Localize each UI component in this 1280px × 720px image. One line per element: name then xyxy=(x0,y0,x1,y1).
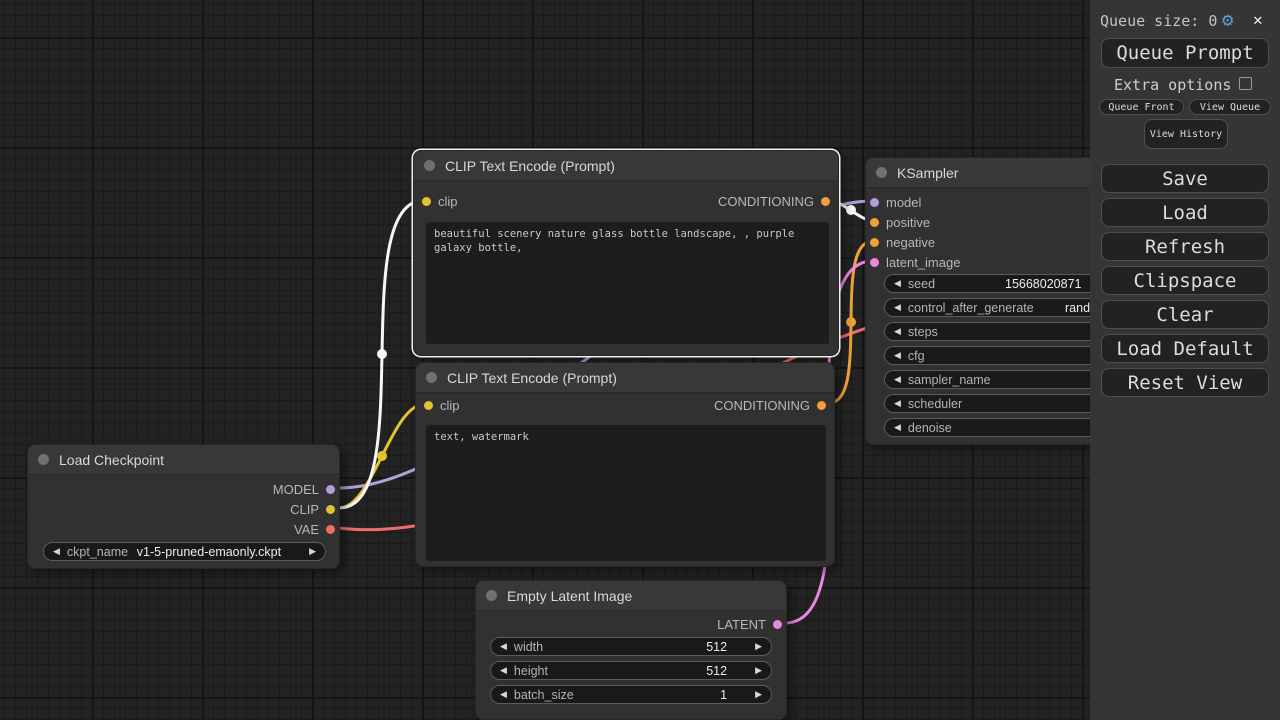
node-clip-text-encode-positive[interactable]: CLIP Text Encode (Prompt) clip CONDITION… xyxy=(413,150,839,356)
output-port-vae[interactable]: VAE xyxy=(294,521,335,537)
input-port-dot[interactable] xyxy=(870,217,879,227)
node-header[interactable]: CLIP Text Encode (Prompt) xyxy=(416,363,834,393)
increment-arrow-icon[interactable]: ▶ xyxy=(755,690,762,699)
node-header[interactable]: Empty Latent Image xyxy=(476,581,786,611)
extra-options-checkbox[interactable] xyxy=(1239,77,1252,90)
input-port-model[interactable]: model xyxy=(870,194,921,210)
graph-canvas[interactable]: CLIP Text Encode (Prompt) clip CONDITION… xyxy=(0,0,1280,720)
comfy-menu: Queue size: 0 ⚙ ✕ Queue Prompt Extra opt… xyxy=(1090,0,1280,720)
decrement-arrow-icon[interactable]: ◀ xyxy=(500,690,507,699)
widget-ckpt-name[interactable]: ◀ ckpt_name v1-5-pruned-emaonly.ckpt ▶ xyxy=(43,542,326,561)
node-header[interactable]: Load Checkpoint xyxy=(28,445,339,475)
output-port-dot[interactable] xyxy=(773,619,782,629)
widget-width[interactable]: ◀ width 512 ▶ xyxy=(490,637,772,656)
output-port-conditioning[interactable]: CONDITIONING xyxy=(718,193,830,209)
node-title: KSampler xyxy=(897,164,959,181)
input-port-latent-image[interactable]: latent_image xyxy=(870,254,960,270)
widget-batch-size[interactable]: ◀ batch_size 1 ▶ xyxy=(490,685,772,704)
close-icon[interactable]: ✕ xyxy=(1253,10,1263,29)
queue-header[interactable]: Queue size: 0 ⚙ ✕ xyxy=(1090,8,1280,32)
clipspace-button[interactable]: Clipspace xyxy=(1101,266,1269,295)
link-midpoint-dot xyxy=(377,349,387,359)
input-port-negative[interactable]: negative xyxy=(870,234,935,250)
load-button[interactable]: Load xyxy=(1101,198,1269,227)
node-collapse-dot-icon[interactable] xyxy=(486,590,497,601)
link-midpoint-dot xyxy=(846,205,856,215)
decrement-arrow-icon[interactable]: ◀ xyxy=(894,375,901,384)
decrement-arrow-icon[interactable]: ◀ xyxy=(894,303,901,312)
output-port-model[interactable]: MODEL xyxy=(273,481,335,497)
node-collapse-dot-icon[interactable] xyxy=(876,167,887,178)
node-load-checkpoint[interactable]: Load Checkpoint MODEL CLIP VAE ◀ ckpt_na… xyxy=(27,444,340,569)
node-collapse-dot-icon[interactable] xyxy=(426,372,437,383)
decrement-arrow-icon[interactable]: ◀ xyxy=(894,399,901,408)
decrement-arrow-icon[interactable]: ◀ xyxy=(53,547,60,556)
node-title: CLIP Text Encode (Prompt) xyxy=(445,157,615,174)
queue-size-label: Queue size: 0 xyxy=(1100,12,1218,30)
queue-front-button[interactable]: Queue Front xyxy=(1099,99,1184,115)
prompt-textarea[interactable]: beautiful scenery nature glass bottle la… xyxy=(426,222,829,344)
input-port-dot[interactable] xyxy=(424,400,433,410)
link-midpoint-dot xyxy=(377,451,387,461)
load-default-button[interactable]: Load Default xyxy=(1101,334,1269,363)
widget-height[interactable]: ◀ height 512 ▶ xyxy=(490,661,772,680)
output-port-latent[interactable]: LATENT xyxy=(717,616,782,632)
node-title: CLIP Text Encode (Prompt) xyxy=(447,369,617,386)
link-midpoint-dot xyxy=(846,317,856,327)
view-queue-button[interactable]: View Queue xyxy=(1189,99,1271,115)
decrement-arrow-icon[interactable]: ◀ xyxy=(894,351,901,360)
input-port-clip[interactable]: clip xyxy=(424,397,460,413)
input-port-dot[interactable] xyxy=(870,197,879,207)
node-header[interactable]: CLIP Text Encode (Prompt) xyxy=(414,151,838,181)
output-port-dot[interactable] xyxy=(326,524,335,534)
input-port-dot[interactable] xyxy=(870,237,879,247)
increment-arrow-icon[interactable]: ▶ xyxy=(755,642,762,651)
clear-button[interactable]: Clear xyxy=(1101,300,1269,329)
input-port-dot[interactable] xyxy=(422,196,431,206)
refresh-button[interactable]: Refresh xyxy=(1101,232,1269,261)
settings-gear-icon[interactable]: ⚙ xyxy=(1222,9,1233,31)
output-port-conditioning[interactable]: CONDITIONING xyxy=(714,397,826,413)
node-title: Load Checkpoint xyxy=(59,451,165,468)
reset-view-button[interactable]: Reset View xyxy=(1101,368,1269,397)
node-clip-text-encode-negative[interactable]: CLIP Text Encode (Prompt) clip CONDITION… xyxy=(415,362,835,567)
extra-options-label: Extra options xyxy=(1114,76,1232,94)
prompt-textarea[interactable]: text, watermark xyxy=(426,425,826,561)
output-port-clip[interactable]: CLIP xyxy=(290,501,335,517)
input-port-positive[interactable]: positive xyxy=(870,214,930,230)
decrement-arrow-icon[interactable]: ◀ xyxy=(894,279,901,288)
save-button[interactable]: Save xyxy=(1101,164,1269,193)
output-port-dot[interactable] xyxy=(821,196,830,206)
widget-seed-value: 15668020871 xyxy=(1005,277,1082,291)
node-title: Empty Latent Image xyxy=(507,587,633,604)
node-collapse-dot-icon[interactable] xyxy=(424,160,435,171)
output-port-dot[interactable] xyxy=(326,504,335,514)
decrement-arrow-icon[interactable]: ◀ xyxy=(894,423,901,432)
decrement-arrow-icon[interactable]: ◀ xyxy=(894,327,901,336)
view-history-button[interactable]: View History xyxy=(1144,119,1228,149)
increment-arrow-icon[interactable]: ▶ xyxy=(309,547,316,556)
input-port-dot[interactable] xyxy=(870,257,879,267)
queue-prompt-button[interactable]: Queue Prompt xyxy=(1101,38,1269,68)
increment-arrow-icon[interactable]: ▶ xyxy=(755,666,762,675)
input-port-clip[interactable]: clip xyxy=(422,193,458,209)
decrement-arrow-icon[interactable]: ◀ xyxy=(500,666,507,675)
node-empty-latent-image[interactable]: Empty Latent Image LATENT ◀ width 512 ▶ … xyxy=(475,580,787,720)
extra-options-row: Extra options xyxy=(1090,76,1280,94)
output-port-dot[interactable] xyxy=(817,400,826,410)
output-port-dot[interactable] xyxy=(326,484,335,494)
node-collapse-dot-icon[interactable] xyxy=(38,454,49,465)
decrement-arrow-icon[interactable]: ◀ xyxy=(500,642,507,651)
